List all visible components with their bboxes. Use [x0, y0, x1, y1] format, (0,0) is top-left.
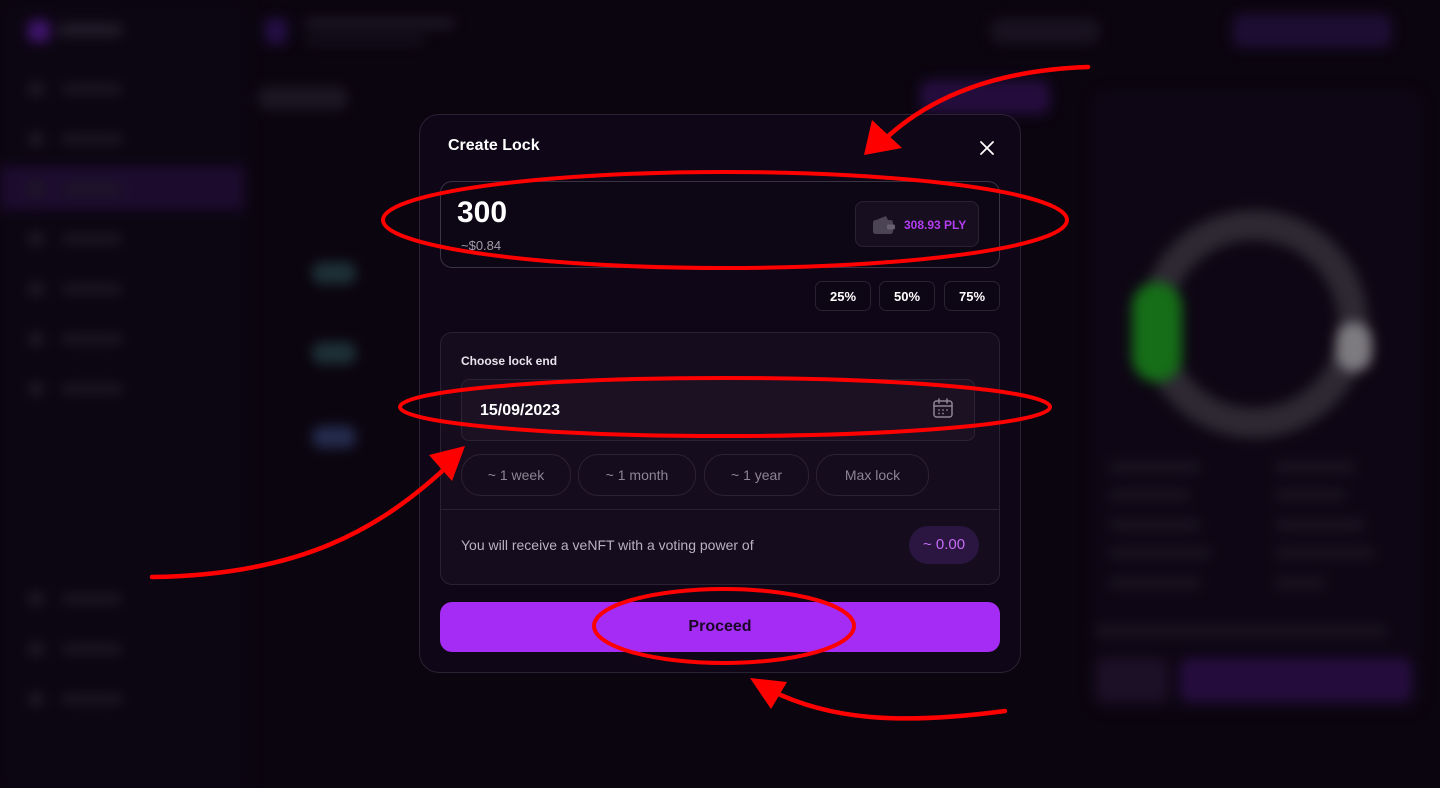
bg-legend-row [1110, 548, 1210, 558]
bg-title-pill [258, 86, 348, 110]
bg-donut-segment [1132, 282, 1182, 382]
modal-title: Create Lock [448, 137, 540, 154]
bg-legend-row [1110, 520, 1200, 530]
duration-1-week-button[interactable]: ~ 1 week [461, 454, 571, 496]
bg-legend-row [1275, 490, 1345, 500]
wallet-balance: 308.93 PLY [904, 218, 967, 232]
bg-nav-item [28, 592, 218, 606]
bg-token-pill [312, 426, 356, 448]
wallet-icon [873, 216, 895, 234]
bg-nav-item [28, 232, 218, 246]
create-lock-modal: Create Lock 300 ~$0.84 308.93 PLY 25% 50… [419, 114, 1021, 673]
duration-max-lock-button[interactable]: Max lock [816, 454, 929, 496]
section-divider [441, 509, 999, 510]
bg-legend-row [1110, 578, 1200, 588]
bg-legend-row [1275, 548, 1375, 558]
bg-header-icon [265, 18, 287, 44]
bg-secondary-button [1096, 658, 1168, 702]
close-button[interactable] [976, 137, 998, 159]
duration-1-month-button[interactable]: ~ 1 month [578, 454, 696, 496]
amount-input-box[interactable]: 300 ~$0.84 308.93 PLY [440, 181, 1000, 268]
lock-end-label: Choose lock end [461, 354, 558, 368]
bg-token-pill [312, 262, 356, 284]
bg-donut-segment [1336, 322, 1372, 372]
close-icon [980, 141, 994, 155]
bg-action-pill [920, 80, 1050, 114]
bg-nav-item [28, 182, 218, 196]
lock-end-date-field[interactable] [461, 379, 975, 441]
amount-value[interactable]: 300 [457, 196, 507, 230]
bg-token-pill [312, 342, 356, 364]
voting-power-text: You will receive a veNFT with a voting p… [461, 537, 754, 553]
bg-nav-item [28, 332, 218, 346]
bg-legend-row [1275, 578, 1325, 588]
proceed-button[interactable]: Proceed [440, 602, 1000, 652]
bg-logo [28, 20, 50, 42]
bg-nav-item [28, 282, 218, 296]
bg-header-pill [990, 18, 1100, 44]
bg-primary-button [1180, 658, 1412, 702]
amount-usd-value: ~$0.84 [461, 238, 502, 253]
bg-logo-text [58, 24, 122, 36]
bg-legend-row [1110, 490, 1190, 500]
bg-header-pill [1232, 14, 1392, 48]
calendar-icon[interactable] [932, 397, 954, 419]
percent-75-button[interactable]: 75% [944, 281, 1000, 311]
lock-end-date-input[interactable] [478, 396, 902, 426]
bg-legend-row [1275, 462, 1355, 472]
percent-50-button[interactable]: 50% [879, 281, 935, 311]
voting-power-badge: ~ 0.00 [909, 526, 979, 564]
bg-note-row [1096, 626, 1386, 636]
duration-1-year-button[interactable]: ~ 1 year [704, 454, 809, 496]
bg-nav-item [28, 132, 218, 146]
bg-legend-row [1275, 520, 1365, 530]
bg-nav-item [28, 382, 218, 396]
bg-nav-item [28, 692, 218, 706]
percent-25-button[interactable]: 25% [815, 281, 871, 311]
bg-legend-row [1110, 462, 1200, 472]
bg-header-text [305, 18, 455, 28]
balance-button[interactable]: 308.93 PLY [855, 201, 979, 247]
bg-nav-item [28, 82, 218, 96]
lock-end-section: Choose lock end ~ 1 week ~ 1 month ~ 1 y… [440, 332, 1000, 585]
bg-header-subtext [305, 36, 425, 44]
bg-nav-item [28, 642, 218, 656]
